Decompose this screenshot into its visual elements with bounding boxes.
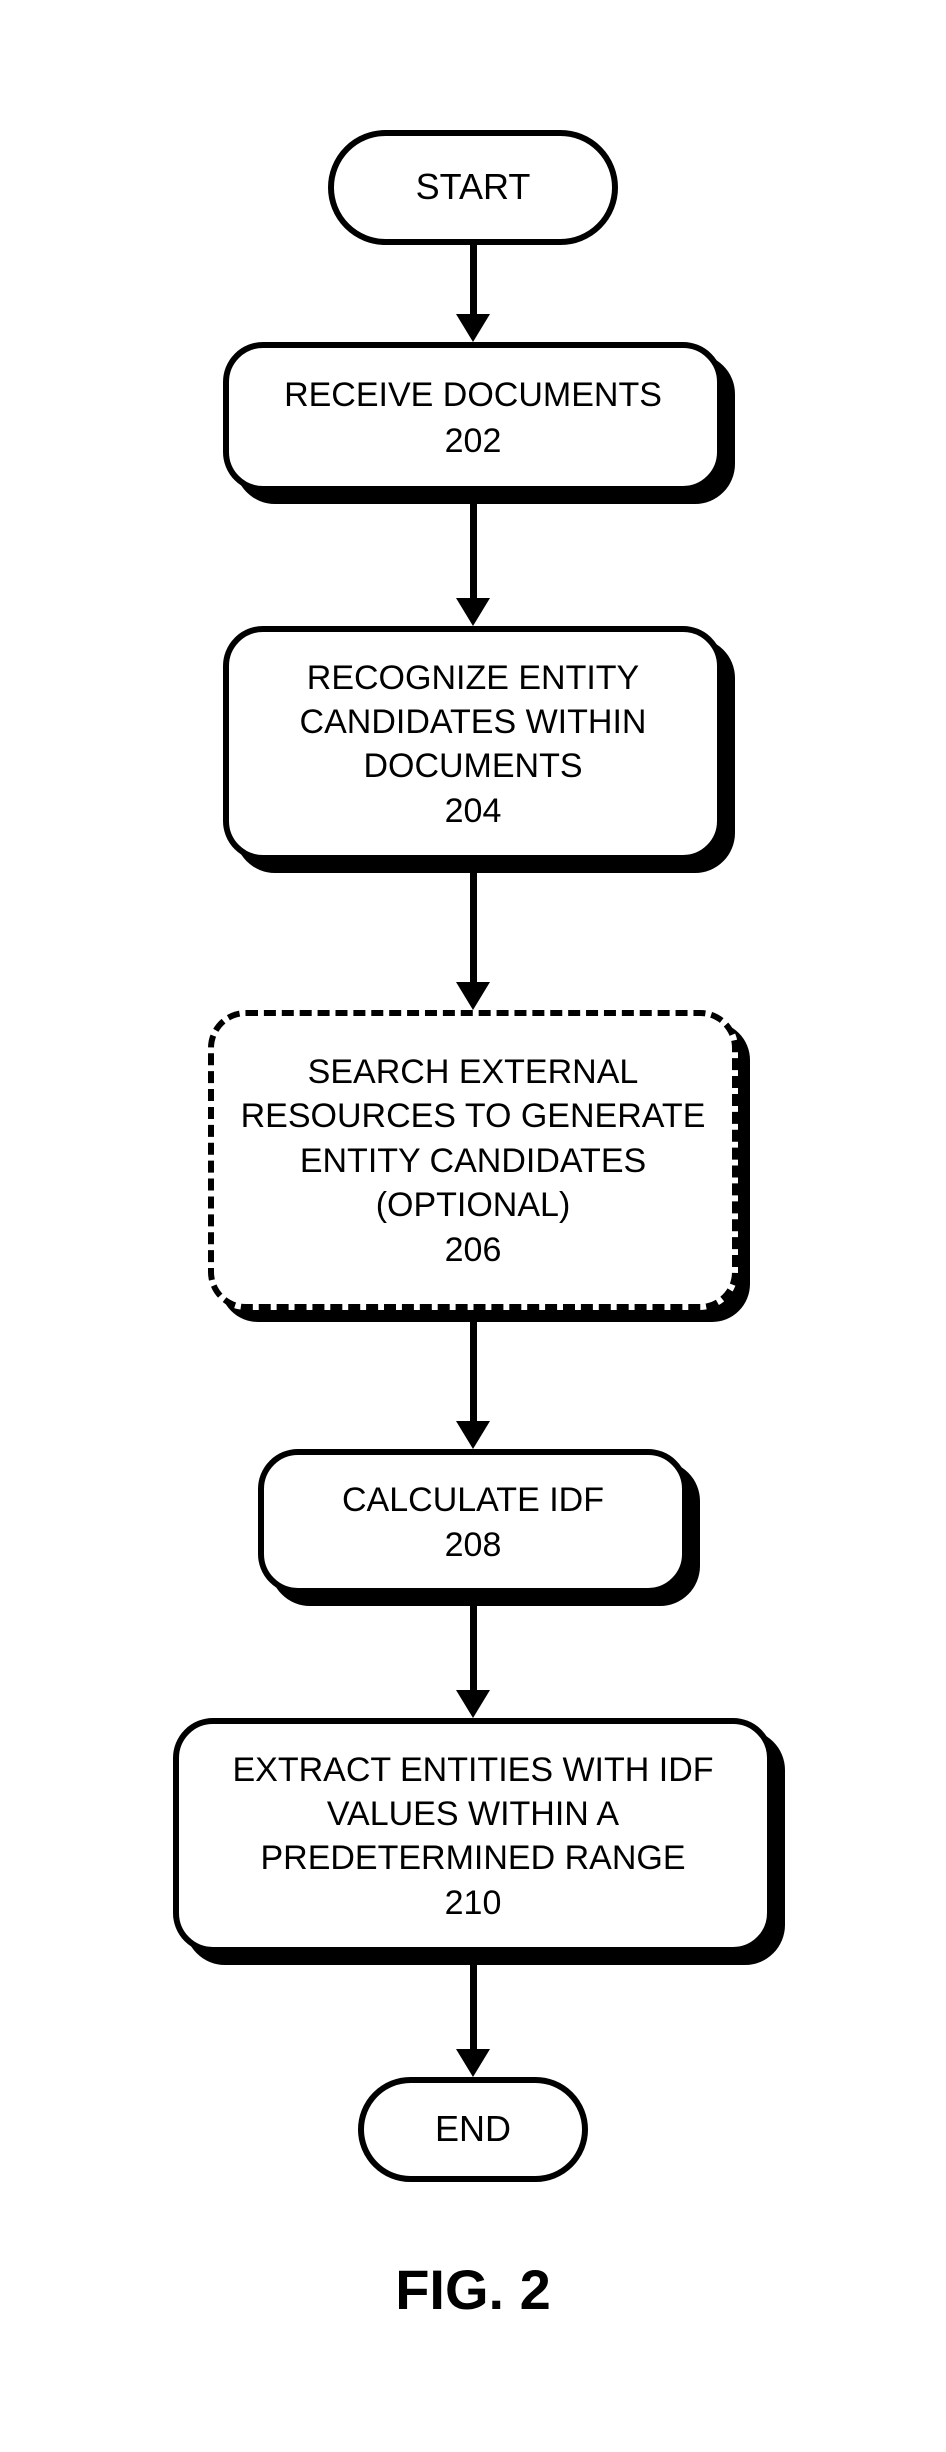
step-206-ref: 206 (445, 1231, 502, 1270)
arrow-4 (456, 1322, 490, 1449)
step-204-line2: CANDIDATES WITHIN (300, 700, 647, 744)
step-208-ref: 208 (445, 1526, 502, 1565)
process-search-external: SEARCH EXTERNAL RESOURCES TO GENERATE EN… (208, 1010, 738, 1310)
step-210-line3: PREDETERMINED RANGE (260, 1836, 685, 1880)
step-206-line2: RESOURCES TO GENERATE (241, 1094, 706, 1138)
step-202-ref: 202 (445, 422, 502, 461)
step-206-line4: (OPTIONAL) (376, 1183, 571, 1227)
step-210-line2: VALUES WITHIN A (327, 1792, 619, 1836)
figure-label: FIG. 2 (395, 2257, 551, 2322)
arrow-2 (456, 504, 490, 626)
step-208-text: CALCULATE IDF (342, 1478, 604, 1522)
arrow-5 (456, 1606, 490, 1718)
step-202-text: RECEIVE DOCUMENTS (284, 373, 662, 417)
process-extract-entities: EXTRACT ENTITIES WITH IDF VALUES WITHIN … (173, 1718, 773, 1953)
process-calculate-idf: CALCULATE IDF 208 (258, 1449, 688, 1594)
arrow-1 (456, 245, 490, 342)
step-204-line3: DOCUMENTS (363, 744, 582, 788)
step-204-line1: RECOGNIZE ENTITY (307, 656, 639, 700)
start-terminator: START (328, 130, 618, 245)
step-204-ref: 204 (445, 792, 502, 831)
step-206-line1: SEARCH EXTERNAL (308, 1050, 639, 1094)
end-label: END (435, 2106, 511, 2153)
start-label: START (416, 164, 531, 211)
step-210-ref: 210 (445, 1884, 502, 1923)
step-206-line3: ENTITY CANDIDATES (300, 1139, 646, 1183)
step-210-line1: EXTRACT ENTITIES WITH IDF (232, 1748, 713, 1792)
flowchart-container: START RECEIVE DOCUMENTS 202 RECOGNIZE EN… (173, 130, 773, 2182)
end-terminator: END (358, 2077, 588, 2182)
process-recognize-entity: RECOGNIZE ENTITY CANDIDATES WITHIN DOCUM… (223, 626, 723, 861)
arrow-3 (456, 873, 490, 1010)
arrow-6 (456, 1965, 490, 2077)
process-receive-documents: RECEIVE DOCUMENTS 202 (223, 342, 723, 492)
